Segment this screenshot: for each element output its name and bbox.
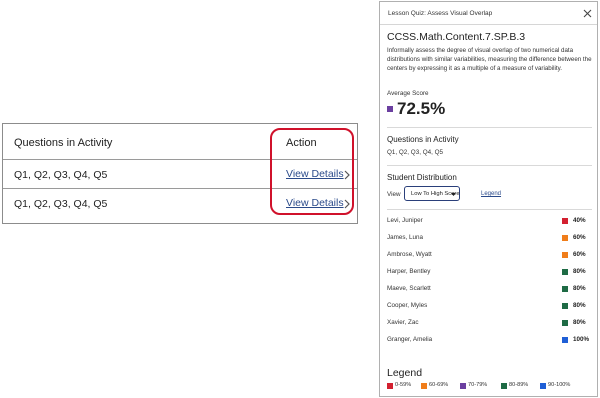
student-distribution-heading: Student Distribution xyxy=(387,173,457,182)
student-score: 100% xyxy=(573,336,590,343)
student-row: Ambrose, Wyatt 60% xyxy=(380,248,597,265)
legend-swatch xyxy=(387,383,393,389)
divider xyxy=(387,165,592,166)
student-score: 80% xyxy=(573,268,586,275)
score-color-swatch xyxy=(562,218,568,224)
student-row: James, Luna 60% xyxy=(380,231,597,248)
student-name: Cooper, Myles xyxy=(387,302,428,309)
standard-code: CCSS.Math.Content.7.SP.B.3 xyxy=(387,31,526,43)
legend-label: 0-59% xyxy=(395,382,412,388)
student-name: Levi, Juniper xyxy=(387,217,423,224)
divider xyxy=(387,127,592,128)
student-row: Maeve, Scarlett 80% xyxy=(380,282,597,299)
student-row: Harper, Bentley 80% xyxy=(380,265,597,282)
row-questions: Q1, Q2, Q3, Q4, Q5 xyxy=(14,198,108,210)
student-row: Xavier, Zac 80% xyxy=(380,316,597,333)
student-name: Granger, Amelia xyxy=(387,336,433,343)
score-color-swatch xyxy=(562,252,568,258)
student-score: 60% xyxy=(573,234,586,241)
score-color-swatch xyxy=(562,269,568,275)
legend-swatch xyxy=(421,383,427,389)
legend-label: 90-100% xyxy=(548,382,571,388)
column-header-questions: Questions in Activity xyxy=(14,137,113,149)
questions-heading: Questions in Activity xyxy=(387,135,459,144)
legend-label: 70-79% xyxy=(468,382,488,388)
legend-heading: Legend xyxy=(387,367,423,379)
column-header-action: Action xyxy=(286,137,317,149)
table-header: Questions in Activity Action xyxy=(3,124,357,160)
student-row: Granger, Amelia 100% xyxy=(380,333,597,350)
chevron-right-icon[interactable] xyxy=(343,170,351,180)
student-name: Ambrose, Wyatt xyxy=(387,251,432,258)
legend-swatch xyxy=(540,383,546,389)
average-score-label: Average Score xyxy=(387,90,429,97)
table-row: Q1, Q2, Q3, Q4, Q5 View Details xyxy=(3,190,357,218)
score-color-swatch xyxy=(562,337,568,343)
panel-title: Lesson Quiz: Assess Visual Overlap xyxy=(388,10,493,17)
table-row: Q1, Q2, Q3, Q4, Q5 View Details xyxy=(3,161,357,189)
student-score: 80% xyxy=(573,302,586,309)
student-score: 80% xyxy=(573,319,586,326)
view-details-link[interactable]: View Details xyxy=(286,168,344,180)
chevron-right-icon[interactable] xyxy=(343,199,351,209)
view-sort-dropdown[interactable]: Low To High Score xyxy=(404,186,460,201)
student-name: Harper, Bentley xyxy=(387,268,431,275)
divider xyxy=(380,24,597,25)
student-score: 40% xyxy=(573,217,586,224)
lesson-quiz-panel: Lesson Quiz: Assess Visual Overlap CCSS.… xyxy=(379,1,598,397)
view-label: View xyxy=(387,191,401,198)
legend-label: 60-69% xyxy=(429,382,449,388)
student-row: Cooper, Myles 80% xyxy=(380,299,597,316)
student-name: Maeve, Scarlett xyxy=(387,285,431,292)
activity-table: Questions in Activity Action Q1, Q2, Q3,… xyxy=(2,123,358,224)
average-score-swatch xyxy=(387,106,393,112)
standard-description: Informally assess the degree of visual o… xyxy=(387,47,592,72)
legend-link[interactable]: Legend xyxy=(481,191,501,197)
average-score-value: 72.5% xyxy=(397,99,446,118)
student-score: 60% xyxy=(573,251,586,258)
view-details-link[interactable]: View Details xyxy=(286,197,344,209)
score-color-swatch xyxy=(562,303,568,309)
score-color-swatch xyxy=(562,235,568,241)
score-color-swatch xyxy=(562,320,568,326)
legend-label: 80-89% xyxy=(509,382,529,388)
close-icon[interactable] xyxy=(583,9,592,18)
student-name: James, Luna xyxy=(387,234,424,241)
student-row: Levi, Juniper 40% xyxy=(380,214,597,231)
score-color-swatch xyxy=(562,286,568,292)
legend-swatch xyxy=(501,383,507,389)
student-name: Xavier, Zac xyxy=(387,319,419,326)
questions-list: Q1, Q2, Q3, Q4, Q5 xyxy=(387,149,443,156)
row-questions: Q1, Q2, Q3, Q4, Q5 xyxy=(14,169,108,181)
student-score: 80% xyxy=(573,285,586,292)
caret-down-icon xyxy=(451,193,456,196)
legend-swatch xyxy=(460,383,466,389)
divider xyxy=(387,209,592,210)
